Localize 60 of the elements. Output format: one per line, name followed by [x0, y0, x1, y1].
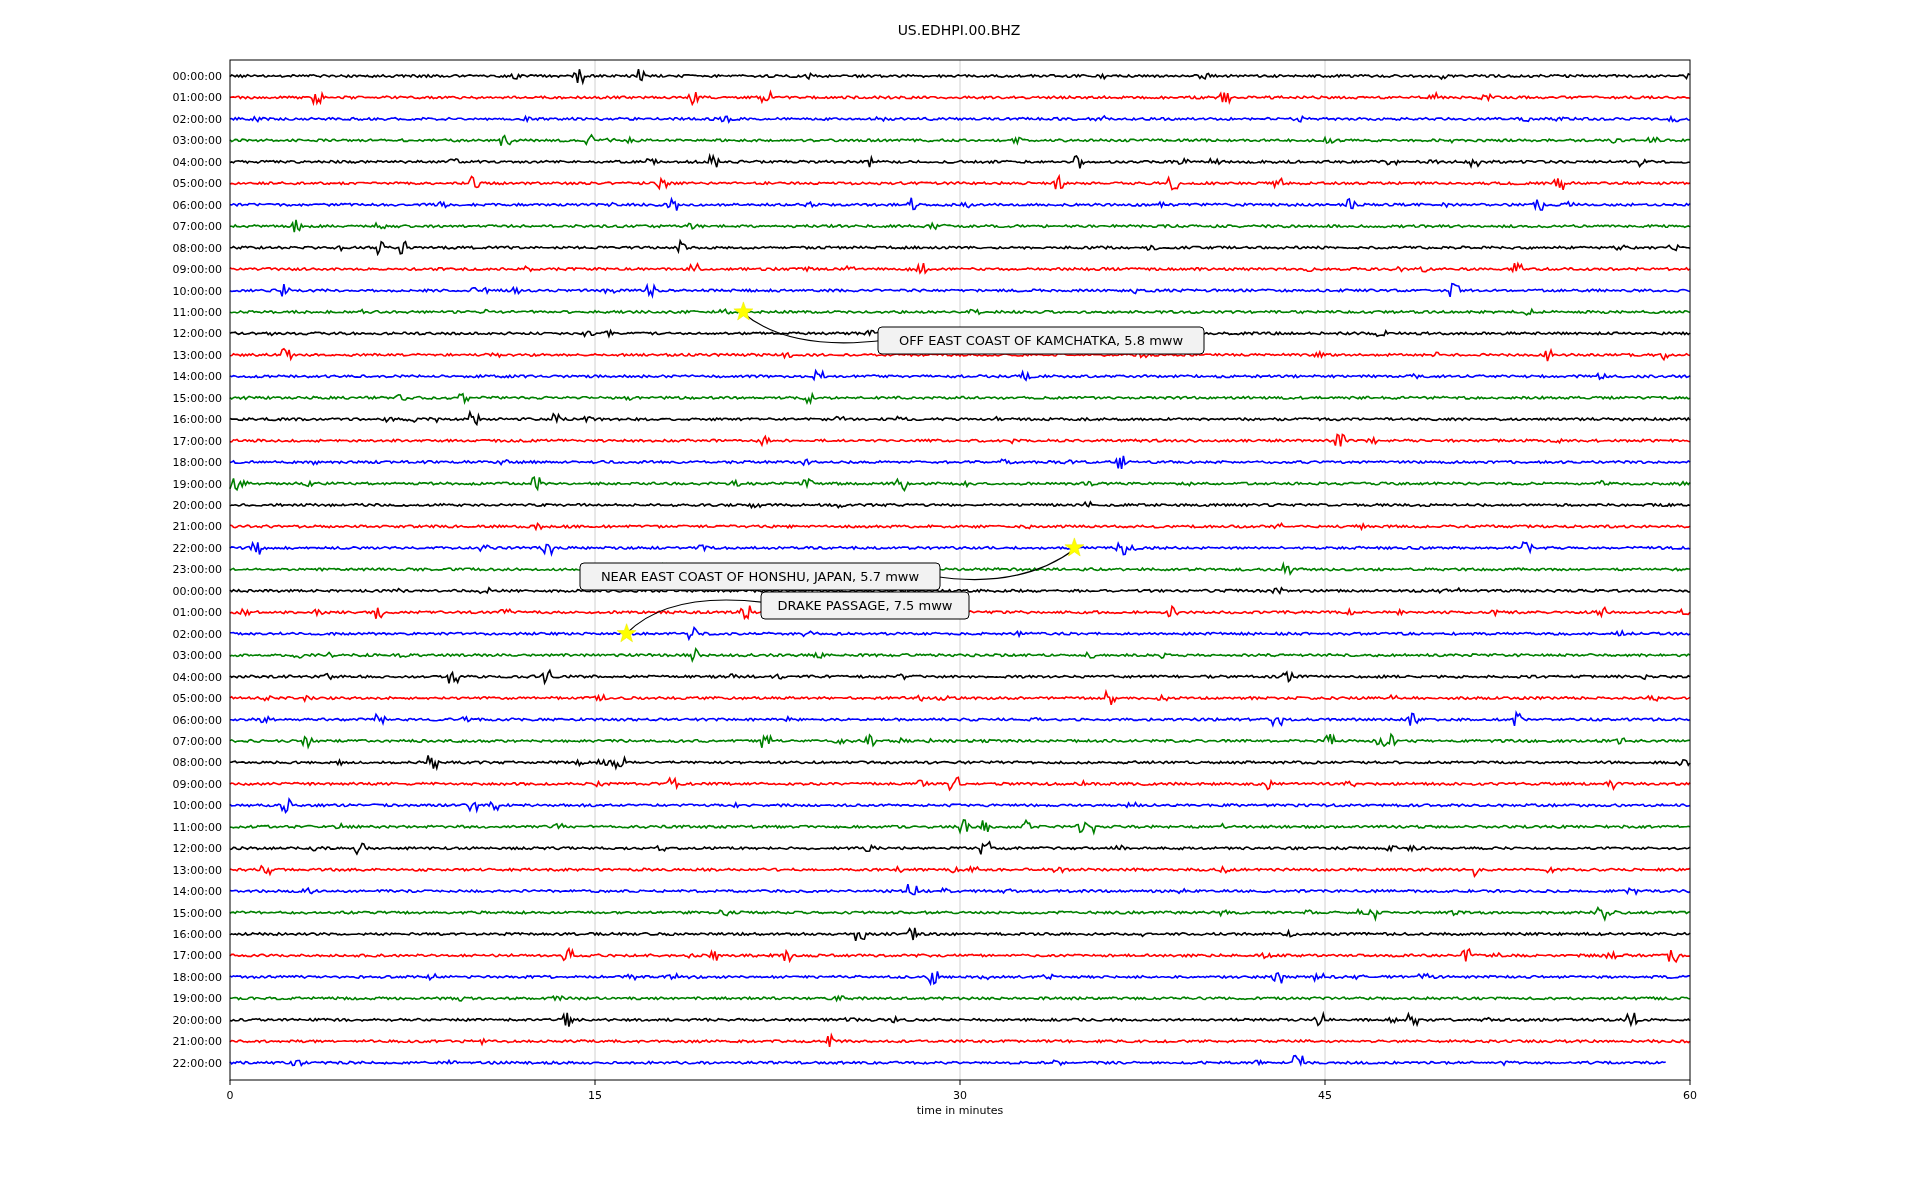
time-label: 21:00:00 — [172, 520, 222, 534]
time-label: 12:00:00 — [172, 327, 222, 341]
time-label: 15:00:00 — [172, 906, 222, 920]
time-label: 10:00:00 — [172, 284, 222, 298]
time-label: 03:00:00 — [172, 649, 222, 663]
time-label: 12:00:00 — [172, 842, 222, 856]
time-label: 09:00:00 — [172, 777, 222, 791]
time-label: 19:00:00 — [172, 992, 222, 1006]
star-icon — [733, 301, 754, 321]
time-label: 06:00:00 — [172, 713, 222, 727]
time-label: 04:00:00 — [172, 670, 222, 684]
time-label: 13:00:00 — [172, 348, 222, 362]
axis-title: time in minutes — [916, 1104, 1004, 1117]
time-label: 01:00:00 — [172, 91, 222, 105]
time-label: 11:00:00 — [172, 305, 222, 319]
time-label: 00:00:00 — [172, 70, 222, 83]
time-label: 07:00:00 — [172, 734, 222, 748]
event-label: DRAKE PASSAGE, 7.5 mww — [777, 598, 953, 613]
time-label: 03:00:00 — [172, 134, 222, 148]
axis-tick-label: 30 — [953, 1089, 967, 1102]
axis-tick-label: 15 — [588, 1089, 602, 1102]
time-label: 13:00:00 — [172, 863, 222, 877]
plot-title: US.EDHPI.00.BHZ — [897, 22, 1021, 38]
time-label: 19:00:00 — [172, 477, 222, 491]
time-label: 05:00:00 — [172, 692, 222, 706]
star-icon — [1064, 537, 1085, 557]
time-label: 16:00:00 — [172, 928, 222, 941]
time-label: 10:00:00 — [172, 799, 222, 813]
time-label: 02:00:00 — [172, 112, 222, 126]
time-label: 16:00:00 — [172, 413, 222, 427]
axis-tick-label: 60 — [1683, 1089, 1697, 1102]
event-label: NEAR EAST COAST OF HONSHU, JAPAN, 5.7 mww — [600, 569, 920, 584]
axis-tick-label: 0 — [226, 1089, 234, 1102]
time-label: 17:00:00 — [172, 434, 222, 448]
time-label: 20:00:00 — [172, 1013, 222, 1027]
time-label: 18:00:00 — [172, 970, 222, 984]
time-label: 21:00:00 — [172, 1035, 222, 1049]
time-label: 22:00:00 — [172, 541, 222, 555]
time-label: 11:00:00 — [172, 820, 222, 834]
time-label: 07:00:00 — [172, 220, 222, 234]
time-label: 20:00:00 — [172, 499, 222, 512]
time-label: 05:00:00 — [172, 177, 222, 191]
time-label: 09:00:00 — [172, 263, 222, 277]
time-label: 00:00:00 — [172, 584, 222, 598]
time-label: 01:00:00 — [172, 606, 222, 620]
time-label: 14:00:00 — [172, 885, 222, 899]
time-label: 14:00:00 — [172, 370, 222, 384]
time-label: 06:00:00 — [172, 198, 222, 212]
time-label: 18:00:00 — [172, 456, 222, 470]
time-label: 17:00:00 — [172, 949, 222, 963]
time-label: 22:00:00 — [172, 1056, 222, 1070]
time-label: 15:00:00 — [172, 391, 222, 405]
axis-tick-label: 45 — [1318, 1089, 1332, 1102]
time-label: 04:00:00 — [172, 155, 222, 169]
event-label: OFF EAST COAST OF KAMCHATKA, 5.8 mww — [898, 333, 1184, 348]
time-label: 23:00:00 — [172, 563, 222, 577]
star-icon — [616, 623, 637, 643]
time-label: 08:00:00 — [172, 241, 222, 255]
time-label: 08:00:00 — [172, 756, 222, 770]
time-label: 02:00:00 — [172, 627, 222, 641]
